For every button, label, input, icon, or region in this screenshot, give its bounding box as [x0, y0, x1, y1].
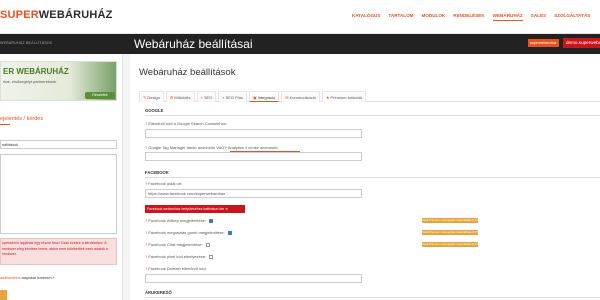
fb-livepic-checkbox[interactable] — [208, 218, 213, 223]
fb-share-checkbox[interactable] — [227, 230, 232, 235]
premium-badge: Csak Prémium csomagban használható (17% … — [422, 242, 478, 247]
question-icon: ? — [145, 254, 148, 259]
fb-pixel-checkbox[interactable] — [209, 254, 214, 259]
fb-url-label: ?Facebook oldal url: — [145, 181, 182, 186]
logo[interactable]: SUPERWEBÁRUHÁZ — [0, 9, 113, 21]
demo-shop-button[interactable]: demo.superwebaruhaz — [563, 38, 600, 48]
question-icon: ? — [145, 230, 148, 235]
nav-modulok[interactable]: MODULOK — [422, 13, 446, 21]
privacy-link[interactable]: adatvédelmi — [0, 276, 20, 280]
feedback-textarea[interactable] — [0, 154, 117, 234]
gear-icon: ⚙ — [169, 95, 174, 100]
check-label: Facebook élőkép megjelenítése: — [148, 218, 206, 223]
question-icon: ? — [145, 145, 148, 150]
check-label: Facebook Chat megjelenítése: — [148, 242, 203, 247]
banner-button[interactable]: Részletek — [85, 92, 115, 99]
puzzle-icon: ▣ — [252, 95, 257, 100]
tab-label: Működés — [174, 95, 191, 100]
premium-badge: Csak Prémium csomagban használható (17% … — [422, 218, 478, 223]
page-header-bar: WEBÁRUHÁZ BEÁLLÍTÁSOK Webáruház beállítá… — [0, 34, 600, 54]
question-icon: ? — [145, 266, 148, 271]
gtm-input[interactable] — [145, 152, 362, 161]
breadcrumb: WEBÁRUHÁZ BEÁLLÍTÁSOK — [0, 41, 53, 45]
logo-part-2: WEBÁRUHÁZ — [38, 9, 113, 21]
feedback-warning: uperadmin lapjának egy részre tesz! Csak… — [0, 238, 117, 265]
check-label: Facebook megosztás gomb megjelenítése: — [148, 230, 225, 235]
google-heading: GOOGLE — [145, 108, 164, 113]
fb-chat-checkbox[interactable] — [205, 242, 210, 247]
promo-banner[interactable]: ER WEBÁRUHÁZ rkat, elsősegélyt partnerek… — [0, 61, 117, 101]
feedback-category-select[interactable]: eállítások — [0, 140, 117, 149]
question-icon: ? — [145, 181, 148, 186]
search-icon: ⌕ — [200, 95, 203, 100]
search-icon: ⌕ — [222, 95, 225, 100]
feedback-title: ejelentés / kérdés — [0, 116, 44, 125]
nav-sales[interactable]: SALES — [531, 13, 546, 21]
settings-tabs: ✎Design ⚙Működés ⌕SEO ⌕SEO Plus ▣Integrá… — [139, 91, 600, 102]
tab-integracio[interactable]: ▣Integráció — [248, 91, 280, 102]
divider — [145, 297, 600, 298]
privacy-label-rest: alapokat ismerem.* — [20, 276, 55, 280]
arukereso-heading: ÁRUKERESŐ — [145, 290, 172, 295]
settings-heading: Webáruház beállítások — [139, 67, 236, 78]
main-content: Webáruház beállítások ✎Design ⚙Működés ⌕… — [130, 54, 600, 300]
question-icon: ? — [145, 242, 148, 247]
main-nav: KATALÓGUS TARTALOM MODULOK RENDELÉSEK WE… — [352, 13, 590, 21]
search-console-label-text: Ellenőrző kód a Google Search Consolehoz… — [148, 121, 227, 126]
tab-premium[interactable]: ★Prémium funkciók — [321, 91, 367, 102]
fb-pixel-row: ? Facebook pixel kód elhelyezése: — [145, 254, 214, 259]
tab-kommunikacio[interactable]: ✉Kommunikáció — [281, 91, 320, 102]
search-console-label: ?Ellenőrző kód a Google Search Consoleho… — [145, 121, 227, 126]
fb-url-input[interactable]: https://www.facebook.com/superwebaruhaz — [145, 189, 362, 198]
nav-katalogus[interactable]: KATALÓGUS — [352, 13, 380, 21]
banner-subtitle: rkat, elsősegélyt partnereknek — [3, 79, 57, 84]
fb-share-row: ? Facebook megosztás gomb megjelenítése: — [145, 230, 232, 235]
tab-label: Prémium funkciók — [330, 95, 363, 100]
sidebar: ER WEBÁRUHÁZ rkat, elsősegélyt partnerek… — [0, 54, 123, 300]
fb-url-label-text: Facebook oldal url: — [148, 181, 183, 186]
gtm-label: ?Google Tag Manager tároló azonosító VAG… — [145, 145, 279, 150]
tab-seo[interactable]: ⌕SEO — [196, 91, 217, 102]
tab-label: Kommunikáció — [289, 95, 316, 100]
nav-tartalom[interactable]: TARTALOM — [388, 13, 413, 21]
tab-label: SEO — [203, 95, 213, 100]
top-bar: SUPERWEBÁRUHÁZ KATALÓGUS TARTALOM MODULO… — [0, 0, 600, 34]
tab-label: SEO Plus — [225, 95, 243, 100]
logo-part-1: SUPER — [0, 9, 39, 21]
search-console-input[interactable] — [145, 129, 362, 138]
fb-livepic-row: ? Facebook élőkép megjelenítése: — [145, 218, 213, 223]
shop-link-button[interactable]: superwebaruhaz — [528, 39, 559, 47]
divider — [145, 177, 600, 178]
fb-domain-label: ?Facebook Domain ellenőrző kód: — [145, 266, 207, 271]
tab-seo-plus[interactable]: ⌕SEO Plus — [218, 91, 247, 102]
pencil-icon: ✎ — [143, 95, 147, 100]
fb-domain-input[interactable] — [145, 274, 362, 283]
feedback-submit-button[interactable] — [0, 290, 7, 300]
divider — [145, 115, 600, 116]
tab-label: Integráció — [257, 95, 276, 100]
tab-mukodes[interactable]: ⚙Működés — [165, 91, 195, 102]
privacy-label: adatvédelmi alapokat ismerem.* — [0, 276, 54, 280]
fb-shop-button[interactable]: Facebook webáruház beépítéséhez kattints… — [145, 205, 245, 213]
nav-rendelesek[interactable]: RENDELÉSEK — [453, 13, 484, 21]
envelope-icon: ✉ — [285, 95, 289, 100]
page-title: Webáruház beállításai — [134, 37, 253, 51]
facebook-heading: FACEBOOK — [145, 170, 169, 175]
premium-badge: Csak Prémium csomagban használható (17% … — [422, 230, 478, 235]
tab-design[interactable]: ✎Design — [139, 91, 164, 102]
fb-chat-row: ? Facebook Chat megjelenítése: — [145, 242, 210, 247]
star-icon: ★ — [325, 95, 330, 100]
check-label: Facebook pixel kód elhelyezése: — [148, 254, 207, 259]
gtm-label-text: Google Tag Manager tároló azonosító VAGY… — [148, 145, 279, 150]
nav-szolgaltatas[interactable]: SZOLGÁLTATÁS — [554, 13, 590, 21]
tab-label: Design — [147, 95, 160, 100]
question-icon: ? — [145, 121, 148, 126]
fb-domain-label-text: Facebook Domain ellenőrző kód: — [148, 266, 207, 271]
question-icon: ? — [145, 218, 148, 223]
banner-title: ER WEBÁRUHÁZ — [3, 67, 69, 76]
nav-webaruhaz[interactable]: WEBÁRUHÁZ — [492, 13, 523, 21]
